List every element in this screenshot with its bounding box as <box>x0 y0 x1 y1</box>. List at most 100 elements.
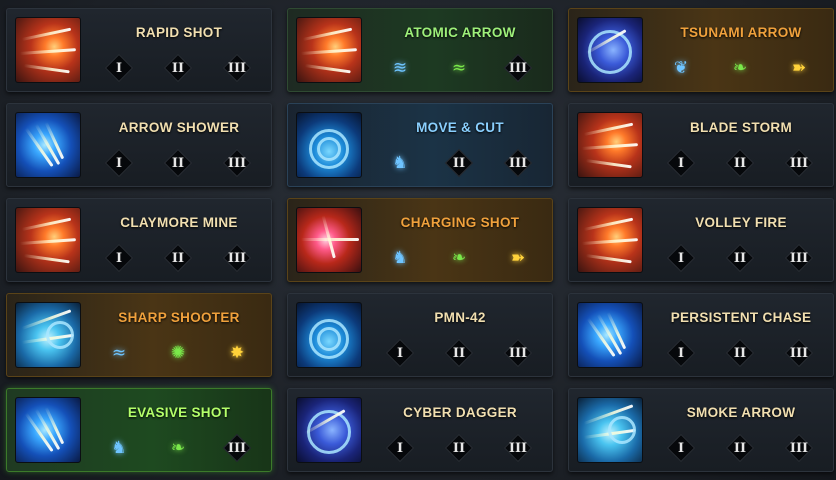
upgrade-slot-3[interactable]: III <box>784 148 814 178</box>
selected-upgrade-2[interactable]: ❧ <box>163 433 193 463</box>
skill-card[interactable]: ATOMIC ARROW ≋ ≈ III <box>287 8 553 92</box>
skill-card[interactable]: MOVE & CUT ♞ II III <box>287 103 553 187</box>
upgrade-slot-3[interactable]: III <box>222 433 252 463</box>
upgrade-slot-3[interactable]: III <box>784 433 814 463</box>
tier-numeral: II <box>452 345 466 361</box>
selected-upgrade-1[interactable]: ≈ <box>104 338 134 368</box>
charging-shot-icon <box>296 207 362 273</box>
skill-card[interactable]: CLAYMORE MINE I II III <box>6 198 272 282</box>
selected-upgrade-1[interactable]: ♞ <box>104 433 134 463</box>
tier-numeral: I <box>677 440 685 456</box>
footstep-rune-icon: ♞ <box>111 437 127 458</box>
feather-rune-icon: ❦ <box>673 57 689 78</box>
tier-numeral: I <box>677 250 685 266</box>
tier-numeral: II <box>171 155 185 171</box>
tier-numeral: III <box>227 60 247 76</box>
skill-name: PMN-42 <box>434 310 486 325</box>
skill-card[interactable]: SHARP SHOOTER ≈ ✺ ✸ <box>6 293 272 377</box>
upgrade-slot-2[interactable]: II <box>725 338 755 368</box>
skill-name: SMOKE ARROW <box>686 405 796 420</box>
skill-card[interactable]: VOLLEY FIRE I II III <box>568 198 834 282</box>
tier-numeral: II <box>733 440 747 456</box>
orb-rune-icon: ✺ <box>170 342 186 363</box>
upgrade-slot-1[interactable]: I <box>104 53 134 83</box>
upgrade-slot-1[interactable]: I <box>104 148 134 178</box>
skill-name: CHARGING SHOT <box>400 215 520 230</box>
skill-card[interactable]: PMN-42 I II III <box>287 293 553 377</box>
upgrade-slots: ❦ ❧ ➽ <box>649 53 827 83</box>
upgrade-slot-2[interactable]: II <box>163 243 193 273</box>
tier-numeral: II <box>171 60 185 76</box>
selected-upgrade-2[interactable]: ✺ <box>163 338 193 368</box>
selected-upgrade-1[interactable]: ❦ <box>666 53 696 83</box>
selected-upgrade-1[interactable]: ≋ <box>385 53 415 83</box>
skill-card[interactable]: TSUNAMI ARROW ❦ ❧ ➽ <box>568 8 834 92</box>
tier-numeral: II <box>733 345 747 361</box>
upgrade-slot-3[interactable]: III <box>784 338 814 368</box>
claw-rune-icon: ≈ <box>111 342 127 363</box>
tier-numeral: II <box>452 155 466 171</box>
skill-name: CLAYMORE MINE <box>120 215 238 230</box>
upgrade-slot-1[interactable]: I <box>104 243 134 273</box>
upgrade-slot-1[interactable]: I <box>385 433 415 463</box>
upgrade-slot-2[interactable]: II <box>725 433 755 463</box>
upgrade-slots: I II III <box>649 148 827 178</box>
upgrade-slot-2[interactable]: II <box>725 148 755 178</box>
upgrade-slot-1[interactable]: I <box>666 148 696 178</box>
tier-numeral: I <box>396 440 404 456</box>
tier-numeral: III <box>508 155 528 171</box>
tsunami-arrow-icon <box>577 17 643 83</box>
skill-card[interactable]: PERSISTENT CHASE I II III <box>568 293 834 377</box>
upgrade-slot-2[interactable]: II <box>444 148 474 178</box>
skill-name: ARROW SHOWER <box>118 120 240 135</box>
upgrade-slot-2[interactable]: II <box>444 433 474 463</box>
tier-numeral: III <box>508 345 528 361</box>
upgrade-slot-3[interactable]: III <box>784 243 814 273</box>
selected-upgrade-3[interactable]: ✸ <box>222 338 252 368</box>
upgrade-slot-3[interactable]: III <box>503 433 533 463</box>
selected-upgrade-3[interactable]: ➽ <box>503 243 533 273</box>
upgrade-slot-2[interactable]: II <box>163 53 193 83</box>
footstep-rune-icon: ♞ <box>392 247 408 268</box>
upgrade-slot-1[interactable]: I <box>666 243 696 273</box>
claymore-mine-icon <box>15 207 81 273</box>
upgrade-slots: ≈ ✺ ✸ <box>87 338 265 368</box>
selected-upgrade-3[interactable]: ➽ <box>784 53 814 83</box>
upgrade-slot-2[interactable]: II <box>163 148 193 178</box>
tier-numeral: III <box>789 345 809 361</box>
skill-card[interactable]: ARROW SHOWER I II III <box>6 103 272 187</box>
skill-card[interactable]: SMOKE ARROW I II III <box>568 388 834 472</box>
selected-upgrade-2[interactable]: ≈ <box>444 53 474 83</box>
upgrade-slots: I II III <box>649 338 827 368</box>
tier-numeral: I <box>677 155 685 171</box>
upgrade-slot-3[interactable]: III <box>222 243 252 273</box>
upgrade-slot-3[interactable]: III <box>222 148 252 178</box>
upgrade-slot-3[interactable]: III <box>222 53 252 83</box>
arrow-shower-icon <box>15 112 81 178</box>
upgrade-slot-1[interactable]: I <box>666 338 696 368</box>
evasive-shot-icon <box>15 397 81 463</box>
upgrade-slot-3[interactable]: III <box>503 53 533 83</box>
move-and-cut-icon <box>296 112 362 178</box>
skill-card[interactable]: RAPID SHOT I II III <box>6 8 272 92</box>
upgrade-slot-1[interactable]: I <box>385 338 415 368</box>
selected-upgrade-1[interactable]: ♞ <box>385 243 415 273</box>
skill-card[interactable]: CHARGING SHOT ♞ ❧ ➽ <box>287 198 553 282</box>
upgrade-slot-2[interactable]: II <box>444 338 474 368</box>
selected-upgrade-2[interactable]: ❧ <box>725 53 755 83</box>
upgrade-slot-2[interactable]: II <box>725 243 755 273</box>
upgrade-slot-3[interactable]: III <box>503 338 533 368</box>
skill-name: BLADE STORM <box>689 120 793 135</box>
skill-card[interactable]: EVASIVE SHOT ♞ ❧ III <box>6 388 272 472</box>
upgrade-slots: ♞ II III <box>368 148 546 178</box>
selected-upgrade-1[interactable]: ♞ <box>385 148 415 178</box>
leaf-rune-icon: ❧ <box>732 57 748 78</box>
tier-numeral: I <box>115 250 123 266</box>
upgrade-slot-1[interactable]: I <box>666 433 696 463</box>
skill-card[interactable]: CYBER DAGGER I II III <box>287 388 553 472</box>
skill-card[interactable]: BLADE STORM I II III <box>568 103 834 187</box>
upgrade-slot-3[interactable]: III <box>503 148 533 178</box>
cyber-dagger-icon <box>296 397 362 463</box>
selected-upgrade-2[interactable]: ❧ <box>444 243 474 273</box>
tier-numeral: I <box>396 345 404 361</box>
